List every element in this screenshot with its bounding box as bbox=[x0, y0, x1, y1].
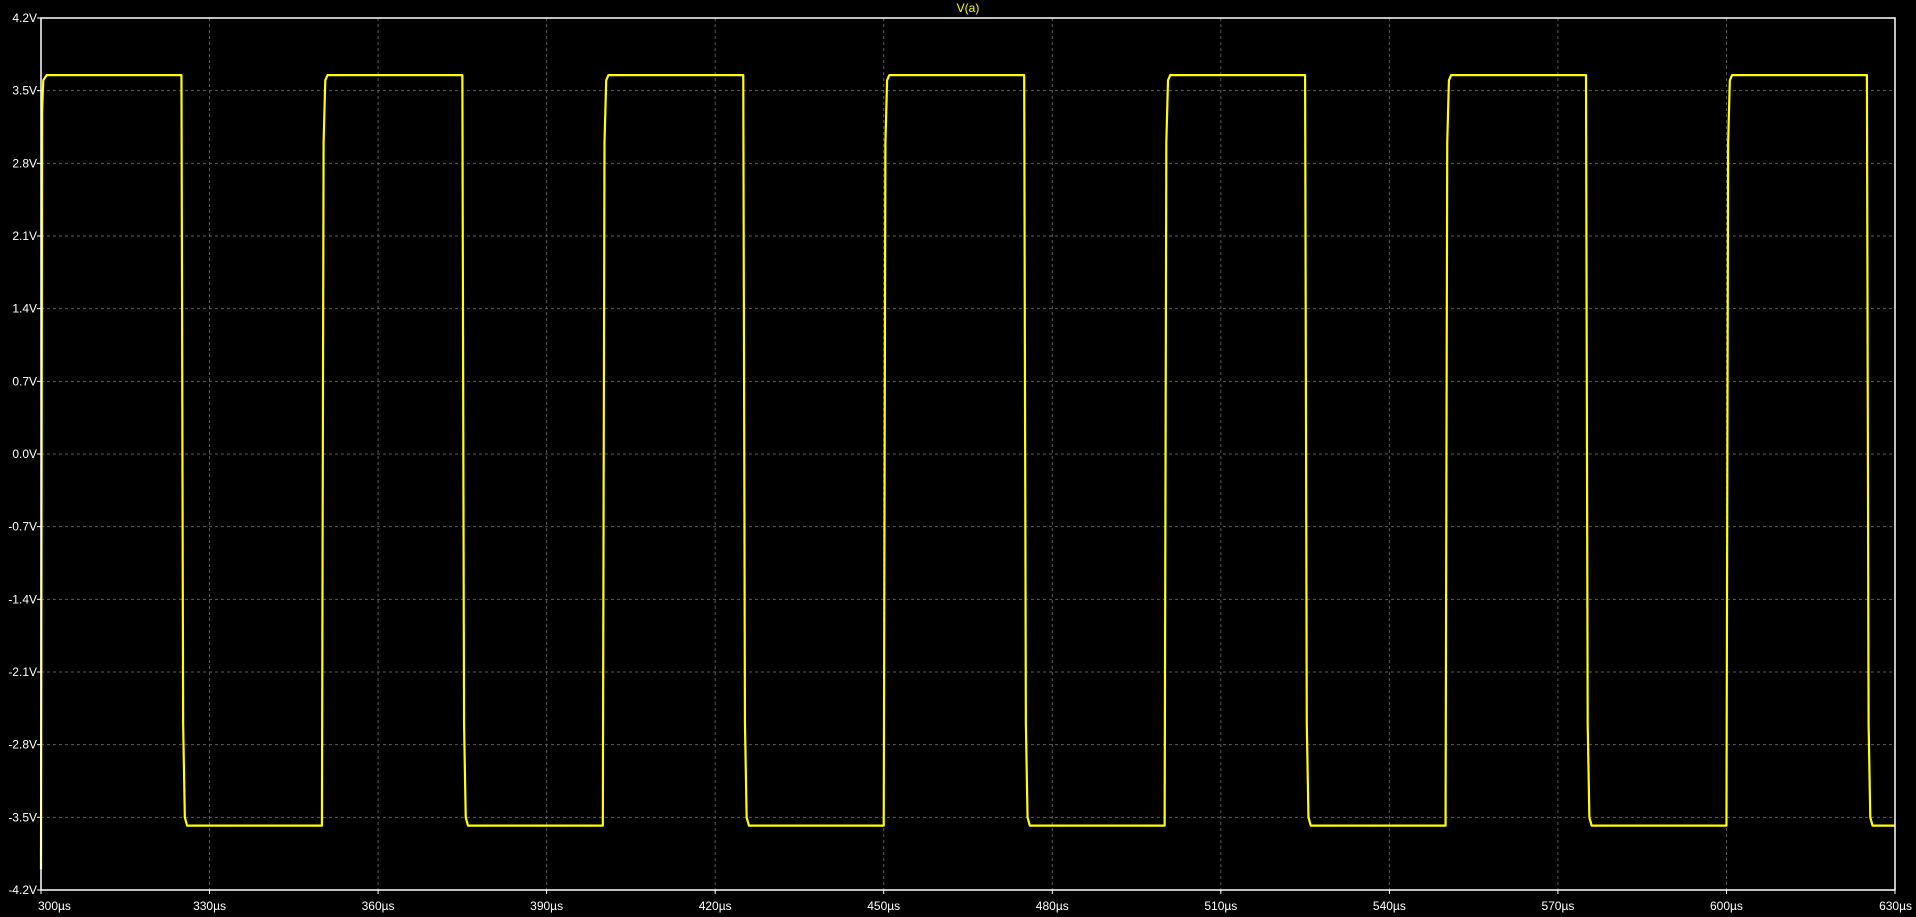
x-tick-label: 510µs bbox=[1204, 899, 1237, 913]
x-tick-label: 480µs bbox=[1036, 899, 1069, 913]
x-tick-label: 540µs bbox=[1373, 899, 1406, 913]
x-tick-label: 450µs bbox=[867, 899, 900, 913]
y-tick-label: 0.0V bbox=[12, 447, 37, 461]
x-tick-label: 360µs bbox=[362, 899, 395, 913]
x-tick-label: 390µs bbox=[530, 899, 563, 913]
x-tick-label: 600µs bbox=[1710, 899, 1743, 913]
y-tick-label: -0.7V bbox=[8, 520, 37, 534]
y-tick-label: -3.5V bbox=[8, 810, 37, 824]
y-tick-label: 0.7V bbox=[12, 374, 37, 388]
x-tick-label: 300µs bbox=[38, 899, 71, 913]
x-tick-label: 570µs bbox=[1541, 899, 1574, 913]
y-tick-label: 2.8V bbox=[12, 156, 37, 170]
x-tick-label: 630µs bbox=[1879, 899, 1912, 913]
x-tick-label: 330µs bbox=[193, 899, 226, 913]
y-tick-label: 2.1V bbox=[12, 229, 37, 243]
plot-background bbox=[0, 0, 1916, 917]
y-tick-label: -1.4V bbox=[8, 592, 37, 606]
y-tick-label: 4.2V bbox=[12, 11, 37, 25]
y-tick-label: -2.1V bbox=[8, 665, 37, 679]
y-tick-label: -4.2V bbox=[8, 883, 37, 897]
y-tick-label: 3.5V bbox=[12, 84, 37, 98]
waveform-plot: 4.2V 3.5V 2.8V 2.1V 1.4V 0.7V 0.0V -0.7V -1.4V -2… bbox=[0, 0, 1916, 917]
y-tick-label: -2.8V bbox=[8, 738, 37, 752]
trace-title: V(a) bbox=[957, 1, 980, 15]
x-tick-label: 420µs bbox=[699, 899, 732, 913]
y-tick-label: 1.4V bbox=[12, 302, 37, 316]
